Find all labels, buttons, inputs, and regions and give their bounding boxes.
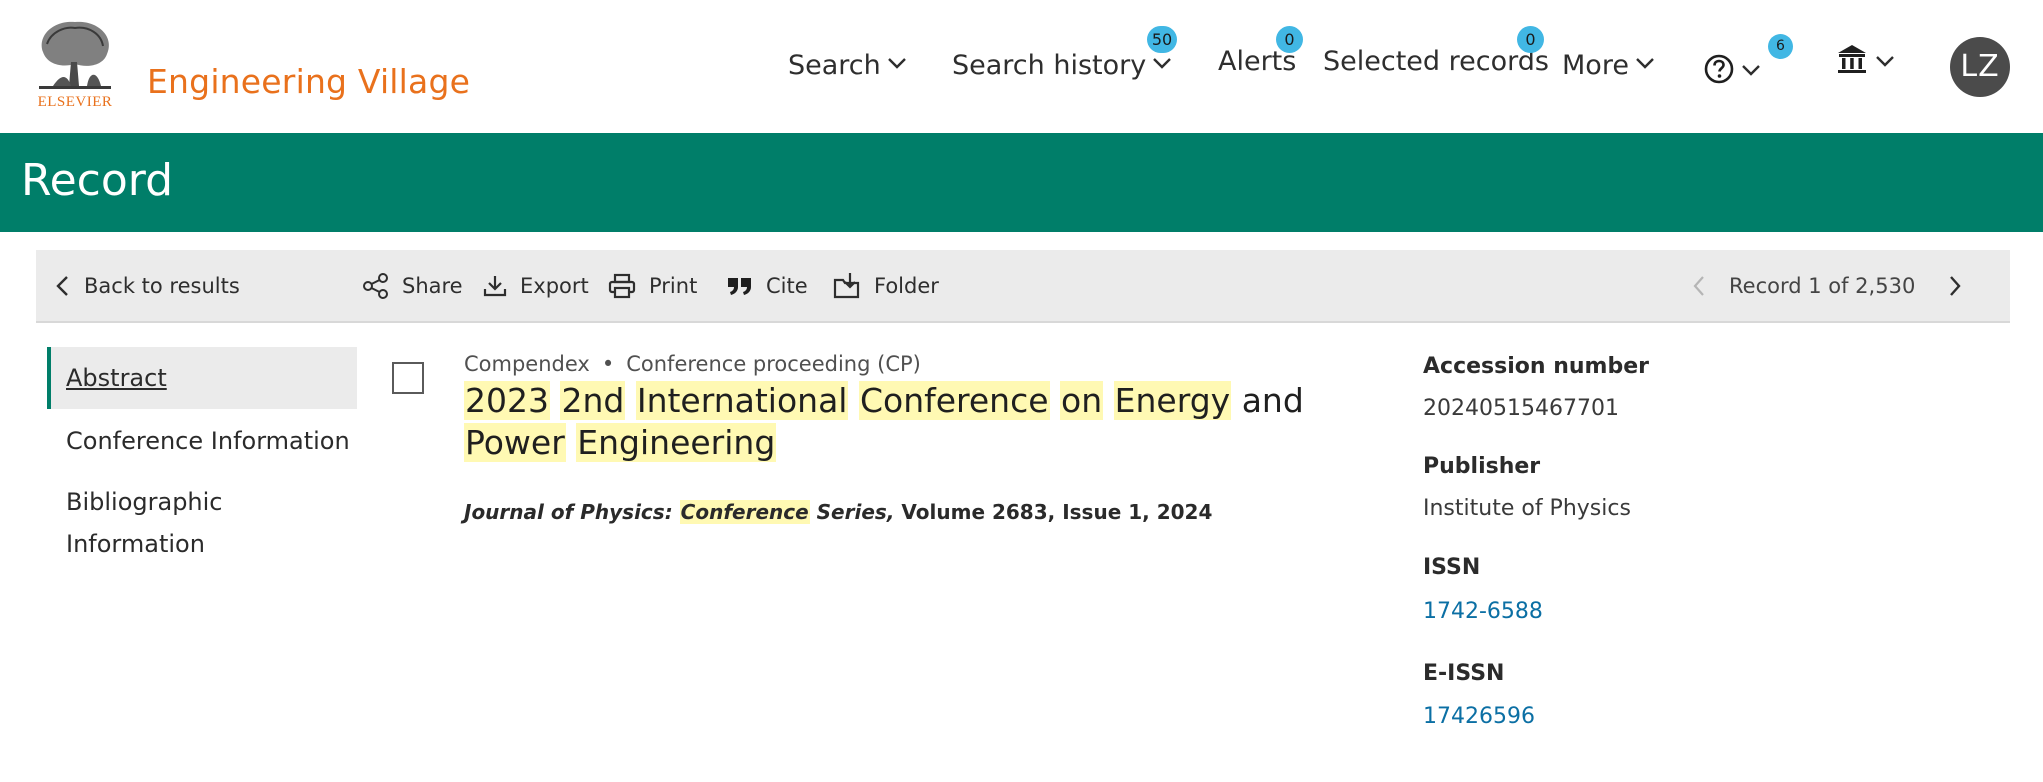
- help-icon: [1704, 54, 1734, 83]
- page-title-band: Record: [0, 133, 2043, 232]
- nav-search-history-label: Search history: [952, 50, 1147, 81]
- alerts-badge: 0: [1276, 26, 1303, 53]
- institution-icon: [1838, 45, 1866, 73]
- sidebar-item-conference-information[interactable]: Conference Information: [66, 420, 350, 462]
- back-to-results-label: Back to results: [84, 273, 240, 298]
- back-to-results-button[interactable]: Back to results: [54, 250, 240, 321]
- record-position: Record 1 of 2,530: [1729, 273, 1916, 298]
- folder-icon: [833, 272, 860, 298]
- nav-search-history[interactable]: Search history: [952, 46, 1172, 86]
- export-icon: [483, 275, 507, 296]
- volume-issue-year: Volume 2683, Issue 1, 2024: [901, 500, 1213, 524]
- title-word: and: [1241, 381, 1304, 420]
- print-icon: [608, 273, 636, 298]
- title-word: on: [1060, 381, 1104, 420]
- journal-name-highlight: Conference: [679, 500, 810, 524]
- nav-more[interactable]: More: [1562, 46, 1655, 86]
- nav-institution[interactable]: [1835, 42, 1895, 82]
- accession-number-label: Accession number: [1423, 354, 1649, 379]
- nav-selected-records[interactable]: Selected records: [1323, 46, 1549, 86]
- title-word: Energy: [1113, 381, 1232, 420]
- next-record-button[interactable]: [1947, 250, 1975, 321]
- share-icon: [363, 272, 388, 299]
- database-name: Compendex: [464, 352, 590, 376]
- publisher-label: Publisher: [1423, 454, 1541, 479]
- record-source: Journal of Physics: Conference Series, V…: [464, 500, 1212, 524]
- sidebar-item-abstract[interactable]: Abstract: [66, 357, 167, 399]
- page-title: Record: [21, 155, 174, 206]
- record-toolbar: Back to results Share Export Print Cite: [36, 250, 2010, 323]
- eissn-link[interactable]: 17426596: [1423, 704, 1535, 729]
- brand-name[interactable]: Engineering Village: [147, 62, 470, 101]
- export-button[interactable]: Export: [482, 250, 589, 321]
- share-button[interactable]: Share: [362, 250, 463, 321]
- nav-search[interactable]: Search: [788, 46, 907, 86]
- record-meta: Compendex • Conference proceeding (CP): [464, 352, 921, 376]
- selected-records-badge: 0: [1517, 26, 1544, 53]
- print-label: Print: [649, 273, 698, 298]
- chevron-down-icon: [887, 46, 907, 77]
- journal-name-part2: Series,: [816, 500, 895, 524]
- chevron-down-icon: [1875, 44, 1895, 75]
- cite-button[interactable]: Cite: [726, 250, 808, 321]
- share-label: Share: [402, 273, 463, 298]
- export-label: Export: [520, 273, 589, 298]
- search-history-badge: 50: [1147, 26, 1177, 53]
- nav-more-label: More: [1562, 50, 1629, 81]
- folder-label: Folder: [874, 273, 939, 298]
- print-button[interactable]: Print: [607, 250, 697, 321]
- previous-record-button[interactable]: [1691, 250, 1719, 321]
- title-word: 2023: [464, 381, 550, 420]
- elsevier-logo[interactable]: ELSEVIER: [31, 14, 119, 112]
- nav-search-label: Search: [788, 50, 881, 81]
- chevron-left-icon: [1693, 275, 1704, 296]
- issn-link[interactable]: 1742-6588: [1423, 599, 1543, 624]
- top-header: ELSEVIER Engineering Village Search Sear…: [0, 0, 2043, 133]
- chevron-down-icon: [1741, 53, 1761, 84]
- folder-button[interactable]: Folder: [832, 250, 939, 321]
- issn-label: ISSN: [1423, 555, 1481, 580]
- user-avatar[interactable]: LZ: [1950, 37, 2010, 97]
- record-title[interactable]: 2023 2nd International Conference on Ene…: [464, 380, 1364, 464]
- meta-separator: •: [601, 352, 615, 376]
- journal-name-part1: Journal of Physics:: [464, 500, 673, 524]
- nav-selected-records-label: Selected records: [1323, 46, 1549, 77]
- accession-number-value: 20240515467701: [1423, 396, 1619, 421]
- cite-icon: [728, 277, 751, 295]
- sidebar-item-bibliographic-information[interactable]: Bibliographic Information: [66, 481, 266, 565]
- title-word: Power: [464, 423, 566, 462]
- title-word: Conference: [858, 381, 1050, 420]
- document-type: Conference proceeding (CP): [626, 352, 921, 376]
- chevron-down-icon: [1635, 46, 1655, 77]
- cite-label: Cite: [766, 273, 808, 298]
- logo-wordmark: ELSEVIER: [37, 94, 113, 110]
- select-record-checkbox[interactable]: [392, 362, 424, 394]
- nav-help[interactable]: [1703, 52, 1761, 92]
- chevron-right-icon: [1950, 275, 1961, 296]
- title-word: International: [635, 381, 849, 420]
- title-word: 2nd: [560, 381, 626, 420]
- help-badge: 6: [1768, 34, 1793, 59]
- chevron-left-icon: [56, 275, 68, 296]
- eissn-label: E-ISSN: [1423, 661, 1505, 686]
- publisher-value: Institute of Physics: [1423, 496, 1631, 521]
- title-word: Engineering: [576, 423, 777, 462]
